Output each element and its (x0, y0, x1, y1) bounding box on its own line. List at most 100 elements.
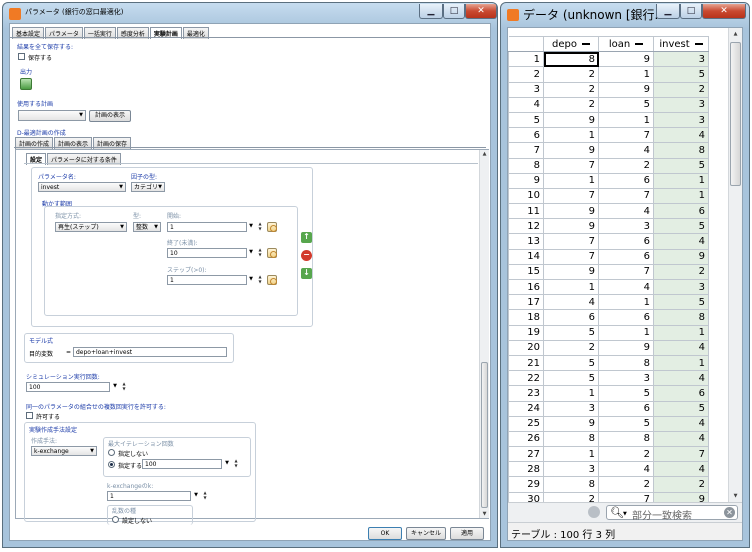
table-cell-depo[interactable]: 5 (543, 370, 599, 387)
max-iter-input[interactable]: 100 (142, 459, 222, 469)
table-cell-loan[interactable]: 5 (598, 385, 654, 402)
table-cell-depo[interactable]: 5 (543, 354, 599, 372)
plan-select[interactable]: ▼ (18, 110, 86, 121)
clear-search-icon[interactable]: ✕ (724, 507, 735, 518)
edit-expression-icon[interactable] (267, 275, 277, 285)
table-cell-invest[interactable]: 4 (653, 233, 709, 250)
table-cell-invest[interactable]: 4 (653, 370, 709, 387)
chevron-down-icon[interactable]: ▼ (111, 382, 119, 391)
table-cell-depo[interactable]: 9 (543, 111, 599, 129)
table-cell-depo[interactable]: 7 (543, 233, 599, 250)
start-input[interactable]: 1 (167, 222, 247, 232)
algo-method-select[interactable]: k-exchange ▼ (31, 446, 97, 456)
table-cell-loan[interactable]: 1 (598, 66, 654, 83)
settings-scrollbar[interactable]: ▲ ▼ (479, 150, 489, 518)
table-cell-depo[interactable]: 2 (543, 81, 599, 98)
table-cell-loan[interactable]: 6 (598, 172, 654, 189)
table-cell-depo[interactable]: 1 (543, 385, 599, 402)
table-cell-invest[interactable]: 9 (653, 248, 709, 265)
close-icon[interactable]: ✕ (702, 4, 746, 19)
table-cell-depo[interactable]: 8 (543, 430, 599, 448)
table-cell-loan[interactable]: 1 (598, 111, 654, 129)
table-scrollbar-thumb[interactable] (730, 42, 741, 186)
remove-parameter-icon[interactable]: − (301, 250, 312, 261)
seed-no-radio[interactable] (112, 516, 119, 523)
table-cell-invest[interactable]: 3 (653, 278, 709, 296)
chevron-down-icon[interactable]: ▼ (247, 222, 255, 231)
search-input[interactable]: 🔍︎ ▼ 部分一致検索 ✕ (606, 505, 738, 522)
table-cell-invest[interactable]: 8 (653, 309, 709, 326)
table-cell-invest[interactable]: 5 (653, 218, 709, 235)
parameter-window-titlebar[interactable]: パラメータ (銀行の窓口最適化) ▁ □ ✕ (3, 3, 497, 25)
scroll-down-icon[interactable]: ▼ (729, 490, 742, 502)
table-cell-depo[interactable]: 7 (543, 157, 599, 174)
table-cell-invest[interactable]: 6 (653, 203, 709, 220)
table-cell-invest[interactable]: 2 (653, 476, 709, 493)
spin-down-icon[interactable]: ▼ (257, 280, 263, 284)
table-cell-depo[interactable]: 3 (543, 400, 599, 417)
table-cell-invest[interactable]: 1 (653, 354, 709, 372)
table-cell-loan[interactable]: 2 (598, 157, 654, 174)
table-cell-loan[interactable]: 8 (598, 354, 654, 372)
max-iter-no-spec-radio[interactable] (108, 449, 115, 456)
table-cell-loan[interactable]: 4 (598, 278, 654, 296)
table-cell-loan[interactable]: 1 (598, 294, 654, 311)
scroll-up-icon[interactable]: ▲ (729, 28, 742, 40)
table-cell-invest[interactable]: 5 (653, 294, 709, 311)
table-cell-invest[interactable]: 3 (653, 96, 709, 113)
table-cell-depo[interactable]: 1 (543, 172, 599, 189)
table-cell-depo[interactable]: 2 (543, 66, 599, 83)
table-cell-invest[interactable]: 1 (653, 324, 709, 341)
column-header-invest[interactable]: invest (653, 35, 709, 53)
table-cell-invest[interactable]: 5 (653, 157, 709, 174)
param-name-select[interactable]: invest ▼ (38, 182, 126, 192)
minimize-icon[interactable]: ▁ (656, 4, 680, 19)
close-icon[interactable]: ✕ (465, 4, 497, 19)
table-cell-invest[interactable]: 4 (653, 430, 709, 448)
table-cell-depo[interactable]: 7 (543, 248, 599, 265)
gear-icon[interactable] (588, 506, 600, 518)
type-select[interactable]: 整数 ▼ (133, 222, 161, 232)
scroll-up-icon[interactable]: ▲ (480, 150, 489, 158)
table-cell-depo[interactable]: 9 (543, 142, 599, 159)
method-select[interactable]: 再生(ステップ) ▼ (55, 222, 127, 232)
table-cell-loan[interactable]: 9 (598, 339, 654, 356)
table-cell-loan[interactable]: 2 (598, 446, 654, 463)
table-cell-depo[interactable]: 2 (543, 96, 599, 113)
sim-count-input[interactable]: 100 (26, 382, 110, 392)
chevron-down-icon[interactable]: ▼ (192, 491, 200, 500)
table-cell-invest[interactable]: 3 (653, 51, 709, 68)
factor-type-select[interactable]: カテゴリ ▼ (131, 182, 165, 192)
table-cell-loan[interactable]: 6 (598, 400, 654, 417)
cancel-button[interactable]: キャンセル (406, 527, 446, 540)
table-cell-depo[interactable]: 9 (543, 415, 599, 432)
chevron-down-icon[interactable]: ▼ (247, 275, 255, 284)
table-cell-invest[interactable]: 7 (653, 446, 709, 463)
spin-down-icon[interactable]: ▼ (257, 253, 263, 257)
column-header-depo[interactable]: depo (543, 35, 599, 53)
spin-down-icon[interactable]: ▼ (121, 387, 127, 391)
table-cell-invest[interactable]: 3 (653, 111, 709, 129)
collapse-icon[interactable] (581, 42, 590, 45)
kexchange-input[interactable]: 1 (107, 491, 191, 501)
table-cell-depo[interactable]: 9 (543, 203, 599, 220)
table-cell-invest[interactable]: 5 (653, 400, 709, 417)
spin-down-icon[interactable]: ▼ (257, 227, 263, 231)
table-cell-loan[interactable]: 8 (598, 430, 654, 448)
move-down-icon[interactable]: ↓ (301, 268, 312, 279)
table-cell-invest[interactable]: 4 (653, 461, 709, 478)
table-cell-loan[interactable]: 6 (598, 233, 654, 250)
data-window-titlebar[interactable]: データ (unknown [銀行... ▁ □ ✕ (501, 3, 749, 25)
repeat-checkbox[interactable] (26, 412, 33, 419)
table-cell-invest[interactable]: 8 (653, 142, 709, 159)
table-cell-loan[interactable]: 9 (598, 81, 654, 98)
ok-button[interactable]: OK (368, 527, 402, 540)
minimize-icon[interactable]: ▁ (419, 4, 443, 19)
output-icon[interactable] (20, 78, 32, 90)
column-header-loan[interactable]: loan (598, 35, 654, 53)
maximize-icon[interactable]: □ (443, 4, 465, 19)
table-cell-invest[interactable]: 4 (653, 127, 709, 144)
table-cell-invest[interactable]: 4 (653, 339, 709, 356)
table-cell-invest[interactable]: 2 (653, 263, 709, 281)
table-cell-depo[interactable]: 9 (543, 263, 599, 281)
